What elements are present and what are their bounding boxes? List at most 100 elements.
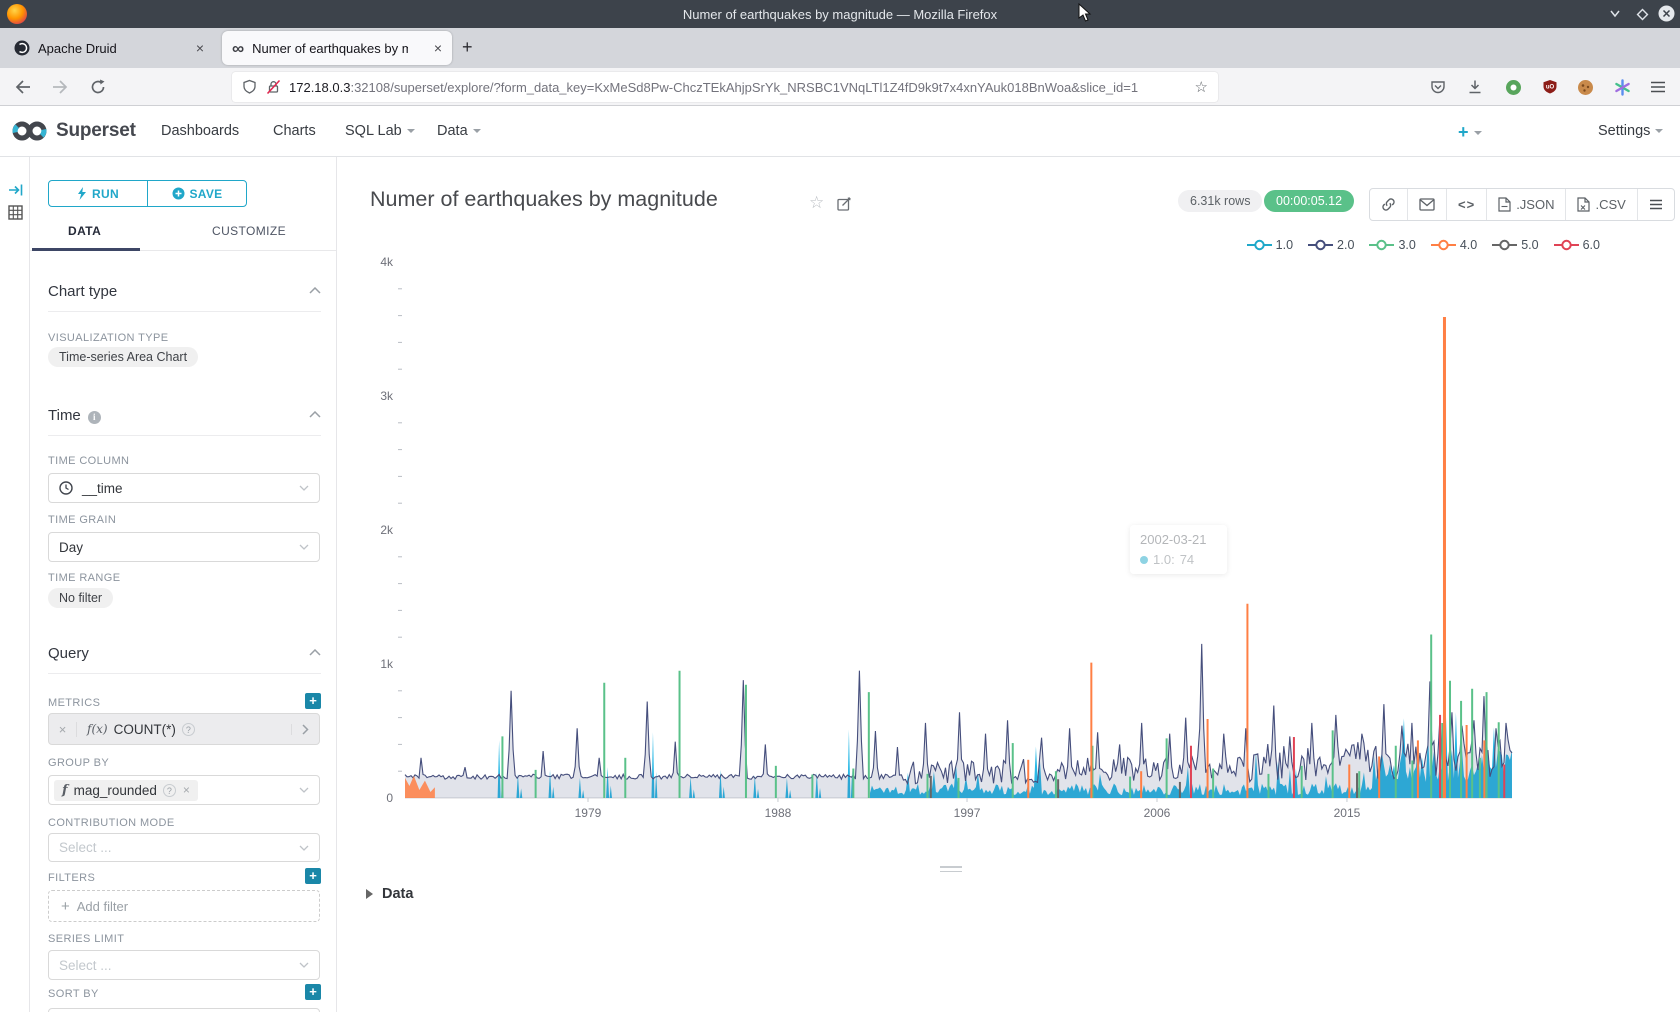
add-metric-button[interactable]: + <box>305 693 321 709</box>
svg-text:2k: 2k <box>380 523 394 537</box>
series-limit-select[interactable]: Select ... <box>48 950 320 980</box>
time-range-pill[interactable]: No filter <box>48 588 113 608</box>
cookie-icon[interactable] <box>1577 79 1594 96</box>
remove-chip-icon[interactable]: × <box>183 783 190 797</box>
extension-green-icon[interactable] <box>1505 79 1522 96</box>
embed-code-button[interactable]: <> <box>1447 189 1487 220</box>
chart-tooltip: 2002-03-21 1.0: 74 <box>1130 525 1227 574</box>
svg-text:2006: 2006 <box>1144 806 1171 820</box>
chevron-down-icon <box>299 962 309 968</box>
viz-type-pill[interactable]: Time-series Area Chart <box>48 347 198 367</box>
chevron-down-icon <box>299 485 309 491</box>
menu-hamburger-icon[interactable] <box>1650 81 1666 93</box>
divider <box>48 435 321 436</box>
help-icon[interactable]: ? <box>182 723 195 736</box>
group-by-chip[interactable]: f mag_rounded ? × <box>54 780 198 801</box>
insecure-lock-icon[interactable] <box>266 79 281 95</box>
chevron-down-icon <box>1655 129 1663 133</box>
tab-customize[interactable]: CUSTOMIZE <box>212 224 286 238</box>
svg-text:1979: 1979 <box>575 806 602 820</box>
chevron-down-icon <box>407 129 415 133</box>
svg-text:1997: 1997 <box>954 806 981 820</box>
expand-panel-icon[interactable] <box>8 183 24 197</box>
add-filter-plus-button[interactable]: + <box>305 868 321 884</box>
chevron-down-icon <box>473 129 481 133</box>
time-grain-label: TIME GRAIN <box>48 514 116 526</box>
superset-logo[interactable]: Superset <box>10 119 136 143</box>
metric-item[interactable]: × f(x)COUNT(*)? <box>48 713 320 745</box>
window-minimize-button[interactable] <box>1608 6 1622 20</box>
edit-properties-icon[interactable] <box>837 196 852 211</box>
dataset-grid-icon[interactable] <box>8 205 23 220</box>
tab-apache-druid[interactable]: Apache Druid × <box>2 31 214 65</box>
collapse-chevron-icon[interactable] <box>309 287 321 294</box>
explore-control-panel: RUN SAVE DATA CUSTOMIZE Chart type VISUA… <box>30 157 337 1012</box>
svg-text:3k: 3k <box>380 389 394 403</box>
fx-icon: f <box>62 783 68 798</box>
svg-text:4k: 4k <box>380 255 394 269</box>
add-filter-dropzone[interactable]: + Add filter <box>48 890 320 922</box>
help-icon[interactable]: ? <box>163 784 176 797</box>
sort-by-select[interactable] <box>48 1008 320 1012</box>
add-sort-by-button[interactable]: + <box>305 984 321 1000</box>
time-column-select[interactable]: __time <box>48 473 320 503</box>
info-icon[interactable]: i <box>88 411 101 424</box>
superset-header: Superset Dashboards Charts SQL Lab Data … <box>0 106 1680 157</box>
svg-text:2015: 2015 <box>1334 806 1361 820</box>
group-by-select[interactable]: f mag_rounded ? × <box>48 775 320 805</box>
remove-metric-icon[interactable]: × <box>49 722 77 737</box>
tab-close-icon[interactable]: × <box>434 41 442 55</box>
ublock-icon[interactable]: uO <box>1542 79 1558 95</box>
export-json-button[interactable]: .JSON <box>1487 189 1566 220</box>
chart-menu-button[interactable] <box>1638 189 1674 220</box>
tracking-shield-icon[interactable] <box>242 79 257 95</box>
collapse-chevron-icon[interactable] <box>309 411 321 418</box>
back-button[interactable] <box>14 79 31 95</box>
nav-data[interactable]: Data <box>437 123 481 139</box>
clock-icon <box>59 481 73 495</box>
extension-asterisk-icon[interactable] <box>1614 79 1631 96</box>
settings-menu[interactable]: Settings <box>1598 123 1663 139</box>
tab-close-icon[interactable]: × <box>196 41 204 55</box>
tab-data[interactable]: DATA <box>68 224 101 238</box>
druid-favicon <box>14 40 30 56</box>
export-csv-button[interactable]: .CSV <box>1566 189 1637 220</box>
browser-tab-bar: Apache Druid × ∞ Numer of earthquakes by… <box>0 28 1680 68</box>
caret-right-icon <box>366 889 373 899</box>
expand-metric-icon[interactable] <box>291 724 319 735</box>
downloads-icon[interactable] <box>1467 79 1483 95</box>
contribution-mode-select[interactable]: Select ... <box>48 833 320 862</box>
tab-superset-active[interactable]: ∞ Numer of earthquakes by m × <box>222 31 452 65</box>
collapse-chevron-icon[interactable] <box>309 649 321 656</box>
panel-resize-handle[interactable] <box>940 866 962 875</box>
add-new-button[interactable]: + <box>1458 122 1482 143</box>
run-button[interactable]: RUN <box>49 181 148 206</box>
email-button[interactable] <box>1408 189 1447 220</box>
chevron-down-icon <box>299 787 309 793</box>
series-limit-label: SERIES LIMIT <box>48 933 124 945</box>
reload-button[interactable] <box>90 79 106 95</box>
forward-button[interactable] <box>52 79 69 95</box>
pocket-icon[interactable] <box>1430 79 1446 95</box>
firefox-icon <box>7 4 27 24</box>
copy-link-button[interactable] <box>1370 189 1408 220</box>
nav-sql-lab[interactable]: SQL Lab <box>345 123 415 139</box>
bookmark-star-icon[interactable]: ☆ <box>1195 78 1208 96</box>
chart-actions-group: <> .JSON .CSV <box>1369 188 1675 221</box>
nav-dashboards[interactable]: Dashboards <box>161 123 239 139</box>
time-range-label: TIME RANGE <box>48 572 120 584</box>
nav-charts[interactable]: Charts <box>273 123 316 139</box>
url-bar[interactable]: 172.18.0.3:32108/superset/explore/?form_… <box>232 72 1218 102</box>
window-close-button[interactable] <box>1658 5 1675 22</box>
row-count-badge: 6.31k rows <box>1178 190 1262 212</box>
favorite-star-icon[interactable]: ☆ <box>809 193 824 213</box>
window-titlebar: Numer of earthquakes by magnitude — Mozi… <box>0 0 1680 28</box>
save-button[interactable]: SAVE <box>148 181 246 206</box>
timeseries-area-chart[interactable]: 01k2k3k4k19791988199720062015 <box>350 250 1680 835</box>
window-maximize-button[interactable] <box>1636 8 1649 21</box>
time-grain-select[interactable]: Day <box>48 532 320 562</box>
section-time: Timei <box>48 407 101 424</box>
lightning-icon <box>77 187 87 200</box>
data-panel-toggle[interactable]: Data <box>366 886 413 902</box>
new-tab-button[interactable]: + <box>462 38 473 56</box>
